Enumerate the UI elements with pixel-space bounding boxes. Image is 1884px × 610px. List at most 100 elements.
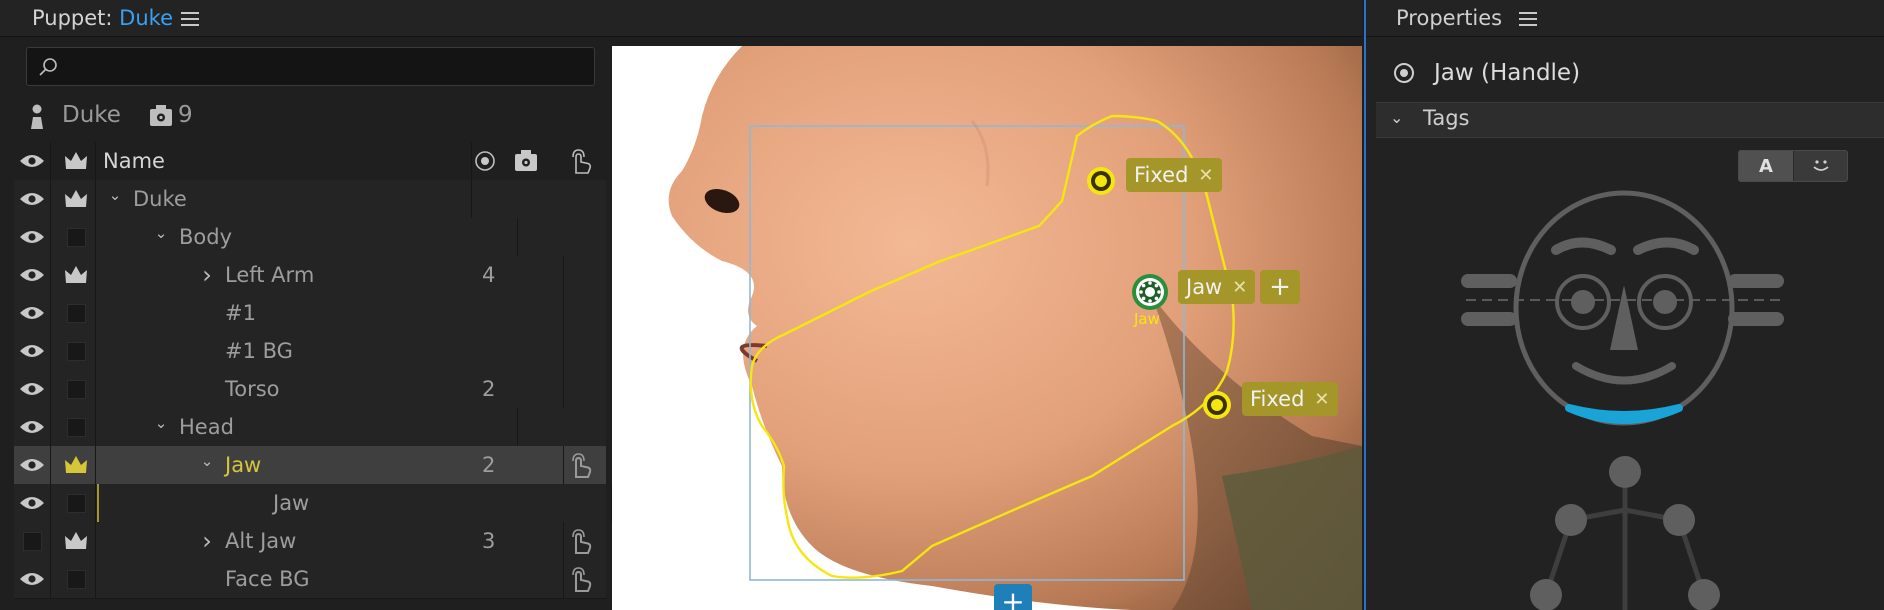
right-ear-tag-lower[interactable]	[1728, 312, 1784, 326]
table-row[interactable]: ⌄ Head	[14, 408, 606, 447]
visual-view-button[interactable]	[1794, 151, 1847, 181]
handle-column-header[interactable]	[469, 142, 501, 180]
jaw-tag[interactable]: Jaw ✕	[1178, 270, 1256, 304]
row-name[interactable]: Jaw	[97, 484, 612, 522]
trigger-cell[interactable]	[554, 446, 606, 484]
table-row[interactable]: ⌄ Body	[14, 218, 606, 257]
name-column-header[interactable]: Name	[97, 142, 472, 180]
left-ear-tag-lower[interactable]	[1461, 312, 1517, 326]
left-shoulder-tag[interactable]	[1555, 504, 1587, 536]
add-to-canvas-button[interactable]: +	[994, 584, 1032, 610]
visibility-toggle[interactable]	[14, 180, 51, 218]
chevron-right-icon[interactable]: ›	[195, 261, 219, 289]
visibility-toggle[interactable]	[14, 370, 51, 408]
fixed-tag-top[interactable]: Fixed ✕	[1126, 158, 1222, 192]
chevron-down-icon[interactable]: ⌄	[103, 186, 127, 204]
close-icon[interactable]: ✕	[1198, 165, 1213, 186]
visibility-toggle[interactable]	[14, 218, 51, 256]
trigger-cell	[554, 408, 606, 446]
chevron-right-icon[interactable]: ›	[195, 527, 219, 555]
right-eyebrow-tag[interactable]	[1633, 237, 1699, 255]
mouth-tag[interactable]	[1572, 362, 1676, 385]
independent-toggle[interactable]	[57, 560, 96, 598]
close-icon[interactable]: ✕	[1232, 277, 1247, 298]
independent-toggle[interactable]	[57, 218, 96, 256]
independent-toggle[interactable]	[57, 332, 96, 370]
visibility-column-header[interactable]	[14, 142, 51, 180]
triggers-column-header[interactable]	[554, 142, 606, 180]
trigger-cell	[554, 484, 606, 522]
panel-title: Puppet: Duke	[32, 6, 173, 30]
tag-face-picker[interactable]	[1366, 190, 1884, 610]
behaviors-column-header[interactable]	[506, 142, 546, 180]
trigger-hand-icon	[572, 567, 592, 592]
visibility-toggle[interactable]	[14, 256, 51, 294]
left-ear-tag[interactable]	[1461, 274, 1517, 288]
independent-toggle[interactable]	[57, 370, 96, 408]
chevron-down-icon[interactable]: ⌄	[195, 452, 219, 470]
nose-tag[interactable]	[1610, 285, 1638, 350]
visibility-toggle[interactable]	[14, 484, 51, 522]
independent-toggle[interactable]	[57, 522, 96, 560]
left-eyebrow-tag[interactable]	[1551, 237, 1616, 255]
table-row[interactable]: #1	[14, 294, 606, 333]
row-name[interactable]: ⌄ Duke	[97, 180, 472, 218]
chevron-down-icon[interactable]: ⌄	[149, 414, 173, 432]
table-row[interactable]: › Alt Jaw 3	[14, 522, 606, 561]
independent-toggle[interactable]	[57, 294, 96, 332]
eye-icon	[20, 155, 44, 167]
row-name-label: Left Arm	[225, 263, 315, 287]
independent-off-box	[66, 227, 86, 247]
table-row[interactable]: ⌄ Jaw 2	[14, 446, 606, 485]
trigger-cell[interactable]	[554, 560, 606, 598]
add-tag-button[interactable]: +	[1260, 270, 1300, 304]
trigger-cell[interactable]	[554, 522, 606, 560]
text-view-button[interactable]: A	[1739, 151, 1794, 181]
left-elbow-tag[interactable]	[1530, 579, 1562, 610]
visibility-toggle[interactable]	[14, 446, 51, 484]
neck-tag[interactable]	[1609, 456, 1641, 488]
fixed-handle-bottom[interactable]	[1200, 388, 1234, 422]
table-row[interactable]: #1 BG	[14, 332, 606, 371]
independent-toggle[interactable]	[57, 180, 96, 218]
close-icon[interactable]: ✕	[1314, 389, 1329, 410]
table-row[interactable]: Face BG	[14, 560, 606, 599]
jaw-handle[interactable]	[1130, 272, 1170, 312]
panel-menu-icon[interactable]	[180, 11, 200, 27]
independent-toggle[interactable]	[57, 484, 96, 522]
visibility-toggle[interactable]	[14, 332, 51, 370]
puppet-canvas[interactable]: Fixed ✕ Jaw Jaw ✕ + Fixed ✕ +	[612, 46, 1362, 610]
search-input[interactable]	[67, 52, 581, 82]
properties-panel: Properties Jaw (Handle) ⌄ Tags A	[1364, 0, 1884, 610]
independent-column-header[interactable]	[57, 142, 96, 180]
chevron-down-icon[interactable]: ⌄	[149, 224, 173, 242]
row-name[interactable]: ⌄ Head	[97, 408, 518, 446]
jaw-tag-highlight[interactable]	[1565, 404, 1683, 424]
puppet-name-link[interactable]: Duke	[119, 6, 173, 30]
table-row[interactable]: Jaw	[14, 484, 612, 523]
fixed-tag-bottom[interactable]: Fixed ✕	[1242, 382, 1338, 416]
table-row[interactable]: Torso 2	[14, 370, 606, 409]
visibility-toggle[interactable]	[14, 408, 51, 446]
fixed-handle-top[interactable]	[1084, 164, 1118, 198]
row-name-label: Alt Jaw	[225, 529, 297, 553]
properties-menu-icon[interactable]	[1518, 11, 1538, 27]
table-row[interactable]: › Left Arm 4	[14, 256, 606, 295]
table-row[interactable]: ⌄ Duke	[14, 180, 606, 219]
row-name[interactable]: ⌄ Body	[97, 218, 518, 256]
search-field[interactable]	[26, 47, 595, 86]
independent-toggle[interactable]	[57, 256, 96, 294]
visibility-toggle[interactable]	[14, 294, 51, 332]
independent-toggle[interactable]	[57, 408, 96, 446]
visibility-toggle[interactable]	[14, 560, 51, 598]
right-elbow-tag[interactable]	[1688, 579, 1720, 610]
right-shoulder-tag[interactable]	[1663, 504, 1695, 536]
independent-toggle[interactable]	[57, 446, 96, 484]
tags-section-header[interactable]: ⌄ Tags	[1376, 102, 1884, 138]
fixed-tag-top-label: Fixed	[1134, 163, 1189, 187]
independent-off-box	[66, 303, 86, 323]
visibility-toggle[interactable]	[14, 522, 51, 560]
behavior-count-cell: 4	[482, 263, 496, 287]
behavior-count-cell	[466, 180, 526, 218]
right-ear-tag[interactable]	[1728, 274, 1784, 288]
